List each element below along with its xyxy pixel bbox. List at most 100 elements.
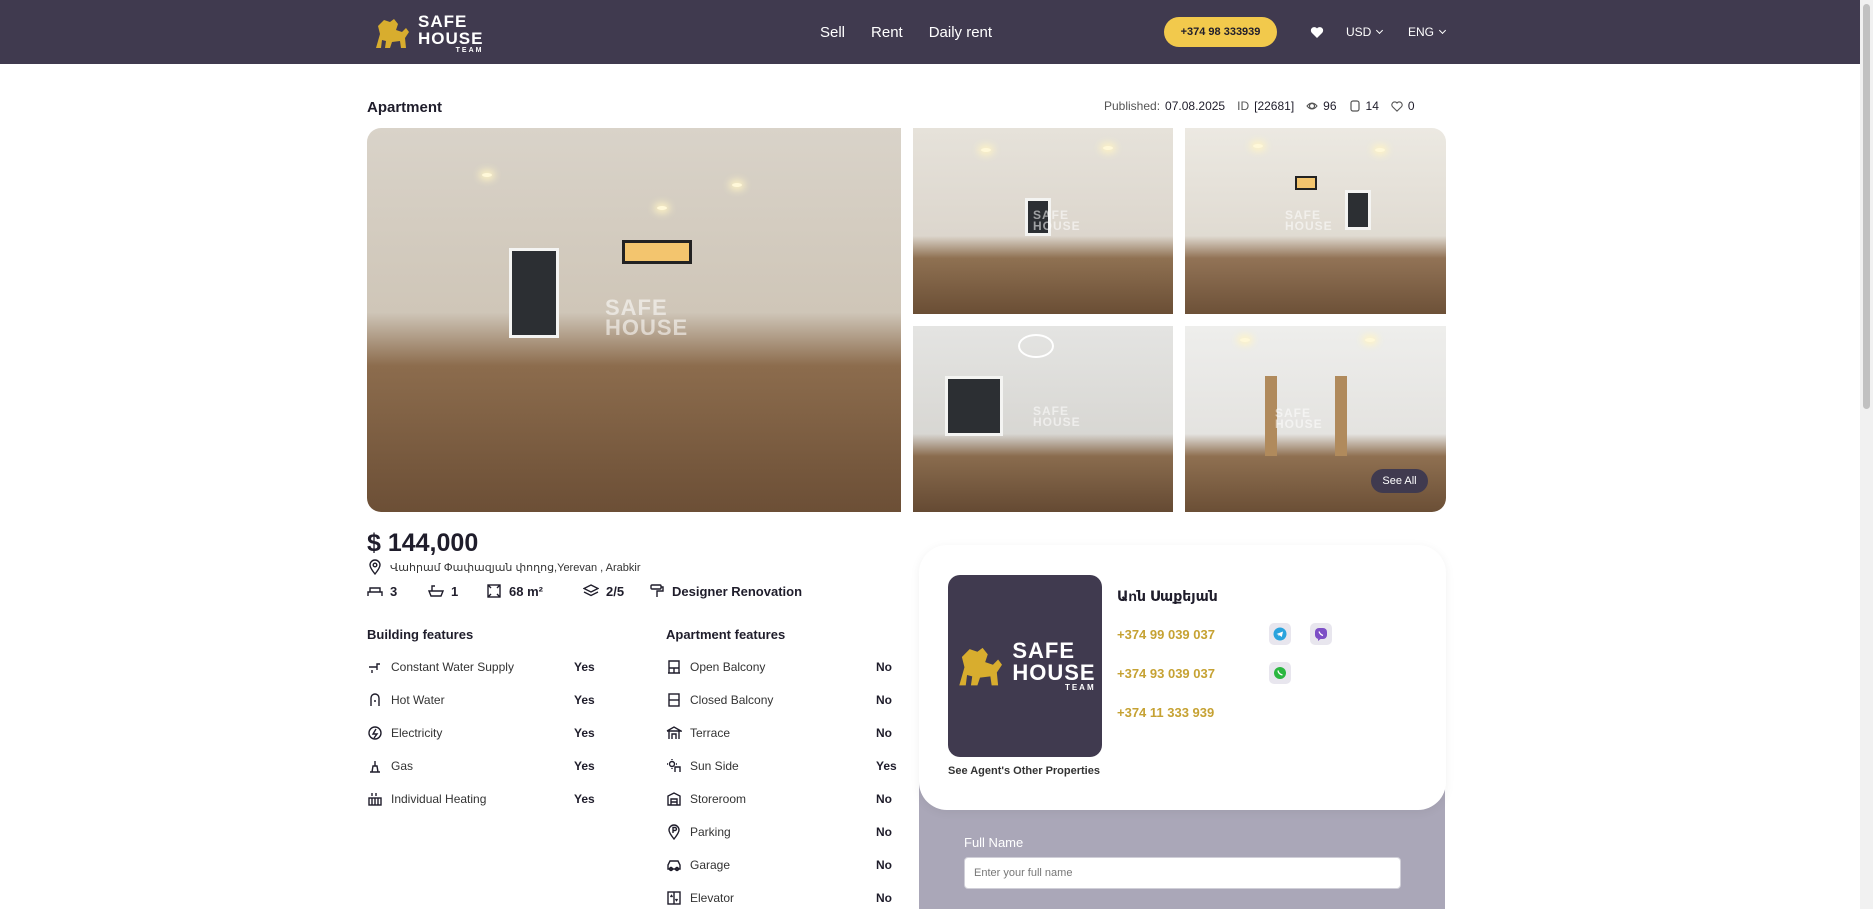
phone-icon [1349,100,1360,112]
chevron-down-icon [1438,26,1447,35]
listing-meta: Published: 07.08.2025 ID [22681] 96 14 0 [1104,99,1415,113]
faucet-icon [367,659,383,675]
area-value: 68 m² [509,583,543,599]
viber-icon[interactable] [1310,623,1332,645]
feature-value: No [876,692,892,707]
language-value: ENG [1408,25,1435,39]
floor-value: 2/5 [606,583,625,599]
paint-roller-icon [649,583,665,599]
full-name-label: Full Name [964,835,1024,850]
heating-icon [367,791,383,807]
parking-icon [666,823,682,840]
see-all-photos-button[interactable]: See All [1371,469,1428,493]
electricity-icon [367,725,383,741]
terrace-icon [666,725,682,741]
feature-value: No [876,824,892,839]
list-item: Terrace No [666,716,896,749]
floors-icon [583,583,599,599]
lion-logo-icon [959,647,1003,686]
photo-watermark: SAFE HOUSE [1033,404,1081,429]
list-item: Individual Heating Yes [367,782,595,815]
id-label: ID [1237,99,1250,113]
gallery-photo-3[interactable]: SAFE HOUSE [913,326,1173,512]
elevator-icon [666,890,682,906]
feature-label: Parking [690,824,731,839]
see-agent-properties-link[interactable]: See Agent's Other Properties [948,765,1100,777]
feature-label: Storeroom [690,791,747,806]
favorites-heart-icon[interactable] [1310,26,1346,39]
renovation-value: Designer Renovation [672,583,803,599]
agent-photo[interactable]: SAFE HOUSE TEAM [948,575,1102,757]
list-item: Sun Side Yes [666,749,897,782]
feature-label: Closed Balcony [690,692,774,707]
photo-watermark: SAFE HOUSE [1275,406,1323,431]
storeroom-icon [666,791,682,807]
main-photo[interactable]: SAFE HOUSE [367,128,901,512]
published-label: Published: [1104,99,1161,113]
spec-bathrooms: 1 [428,583,486,599]
nav-rent[interactable]: Rent [871,24,903,41]
closed-balcony-icon [666,692,682,708]
agent-phone-2[interactable]: +374 93 039 037 [1117,666,1215,681]
apartment-features-heading: Apartment features [666,627,786,642]
agent-phone-3[interactable]: +374 11 333 939 [1117,705,1214,720]
calls-value: 14 [1365,99,1379,113]
building-features-list: Constant Water Supply Yes Hot Water Yes El… [367,650,595,815]
listing-id: ID [22681] [1237,99,1294,113]
page-scrollbar[interactable] [1860,0,1873,909]
feature-label: Sun Side [690,758,739,773]
nav-sell[interactable]: Sell [820,24,845,41]
agent-name: Աnն Սաքեյան [1117,588,1218,604]
favorites-count: 0 [1391,99,1415,113]
list-item: Parking No [666,815,896,848]
logo-line-2: HOUSE [418,28,484,48]
feature-value: No [876,659,892,674]
gallery-photo-2[interactable]: SAFE HOUSE [1185,128,1446,314]
area-icon [486,583,502,599]
feature-label: Elevator [690,890,735,905]
gallery-photo-1[interactable]: SAFE HOUSE [913,128,1173,314]
logo-line-3: TEAM [455,46,484,54]
list-item: Storeroom No [666,782,896,815]
currency-dropdown[interactable]: USD [1346,25,1408,39]
feature-value: Yes [574,791,595,806]
feature-label: Open Balcony [690,659,766,674]
calls-count: 14 [1349,99,1379,113]
full-name-input[interactable] [964,857,1401,889]
whatsapp-icon[interactable] [1269,662,1291,684]
spec-rooms: 3 [367,583,428,599]
feature-value: No [876,857,892,872]
published-date: 07.08.2025 [1165,99,1226,113]
top-navigation-bar: SAFE HOUSE TEAM Sell Rent Daily rent +37… [0,0,1860,64]
id-value: [22681] [1254,99,1295,113]
language-dropdown[interactable]: ENG [1408,25,1470,39]
bathrooms-value: 1 [451,583,459,599]
feature-value: Yes [574,725,595,740]
photo-watermark: SAFE HOUSE [1285,208,1333,233]
list-item: Open Balcony No [666,650,896,683]
agent-logo-line-1: SAFE [1012,638,1076,663]
scrollbar-thumb[interactable] [1863,4,1870,409]
nav-daily-rent[interactable]: Daily rent [929,24,992,41]
feature-value: No [876,890,892,905]
spec-renovation: Designer Renovation [649,583,802,599]
listing-address: Վահրամ Փափազյան փողոց,Yerevan , Arabkir [367,559,640,575]
feature-label: Garage [690,857,731,872]
header-phone-button[interactable]: +374 98 333939 [1164,17,1277,47]
agent-logo-line-3: TEAM [1064,683,1096,692]
rooms-value: 3 [390,583,398,599]
views-value: 96 [1323,99,1337,113]
feature-label: Individual Heating [391,791,487,806]
spec-floor: 2/5 [583,583,649,599]
feature-label: Constant Water Supply [391,659,514,674]
feature-value: Yes [574,758,595,773]
telegram-icon[interactable] [1269,623,1291,645]
list-item: Electricity Yes [367,716,595,749]
agent-phone-1[interactable]: +374 99 039 037 [1117,627,1215,642]
site-logo[interactable]: SAFE HOUSE TEAM [372,11,486,54]
currency-value: USD [1346,25,1372,39]
feature-value: Yes [876,758,897,773]
header-controls: USD ENG [1310,0,1470,64]
logo-line-1: SAFE [418,11,468,31]
feature-value: Yes [574,692,595,707]
